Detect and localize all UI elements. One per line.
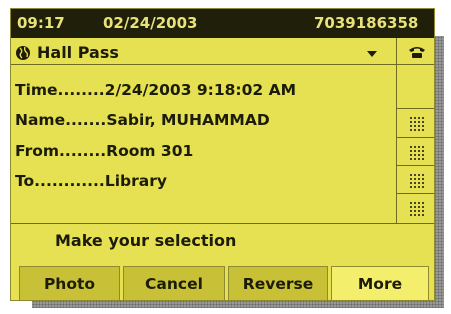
line-button-4[interactable]: [397, 138, 434, 166]
app-title: Hall Pass: [37, 43, 119, 62]
chevron-down-icon[interactable]: [367, 51, 377, 57]
field-value: Library: [104, 172, 167, 190]
status-number: 7039186358: [314, 14, 419, 32]
line-button-3[interactable]: [397, 109, 434, 138]
field-value: Sabir, MUHAMMAD: [106, 111, 270, 129]
field-from: From........Room 301: [15, 142, 193, 160]
field-label: From........: [15, 142, 107, 160]
reverse-softkey[interactable]: Reverse: [228, 266, 328, 300]
line-button-column: [396, 38, 434, 224]
field-label: To............: [15, 172, 105, 190]
field-name: Name.......Sabir, MUHAMMAD: [15, 111, 270, 129]
cancel-softkey[interactable]: Cancel: [123, 266, 225, 300]
divider: [11, 223, 434, 224]
line-button-6[interactable]: [397, 194, 434, 224]
photo-softkey[interactable]: Photo: [19, 266, 120, 300]
keypad-icon: [409, 145, 425, 161]
line-button-5[interactable]: [397, 166, 434, 194]
field-time: Time........2/24/2003 9:18:02 AM: [15, 81, 296, 99]
line-button-phone[interactable]: [397, 38, 434, 65]
status-time: 09:17: [17, 14, 65, 32]
field-to: To............Library: [15, 172, 167, 190]
more-softkey[interactable]: More: [331, 266, 429, 300]
keypad-icon: [409, 173, 425, 189]
phone-icon: [408, 44, 426, 63]
field-value: 2/24/2003 9:18:02 AM: [104, 81, 297, 99]
phone-screen: 09:17 02/24/2003 7039186358 Hall Pass Ti…: [10, 8, 435, 301]
keypad-icon: [409, 201, 425, 217]
prompt-text: Make your selection: [55, 231, 237, 250]
status-bar: 09:17 02/24/2003 7039186358: [11, 9, 434, 38]
keypad-icon: [409, 116, 425, 132]
line-button-2[interactable]: [397, 65, 434, 109]
field-label: Time........: [15, 81, 105, 99]
field-value: Room 301: [106, 142, 194, 160]
globe-icon: [15, 45, 31, 65]
field-label: Name.......: [15, 111, 107, 129]
status-date: 02/24/2003: [103, 14, 198, 32]
title-bar: Hall Pass: [11, 42, 396, 65]
